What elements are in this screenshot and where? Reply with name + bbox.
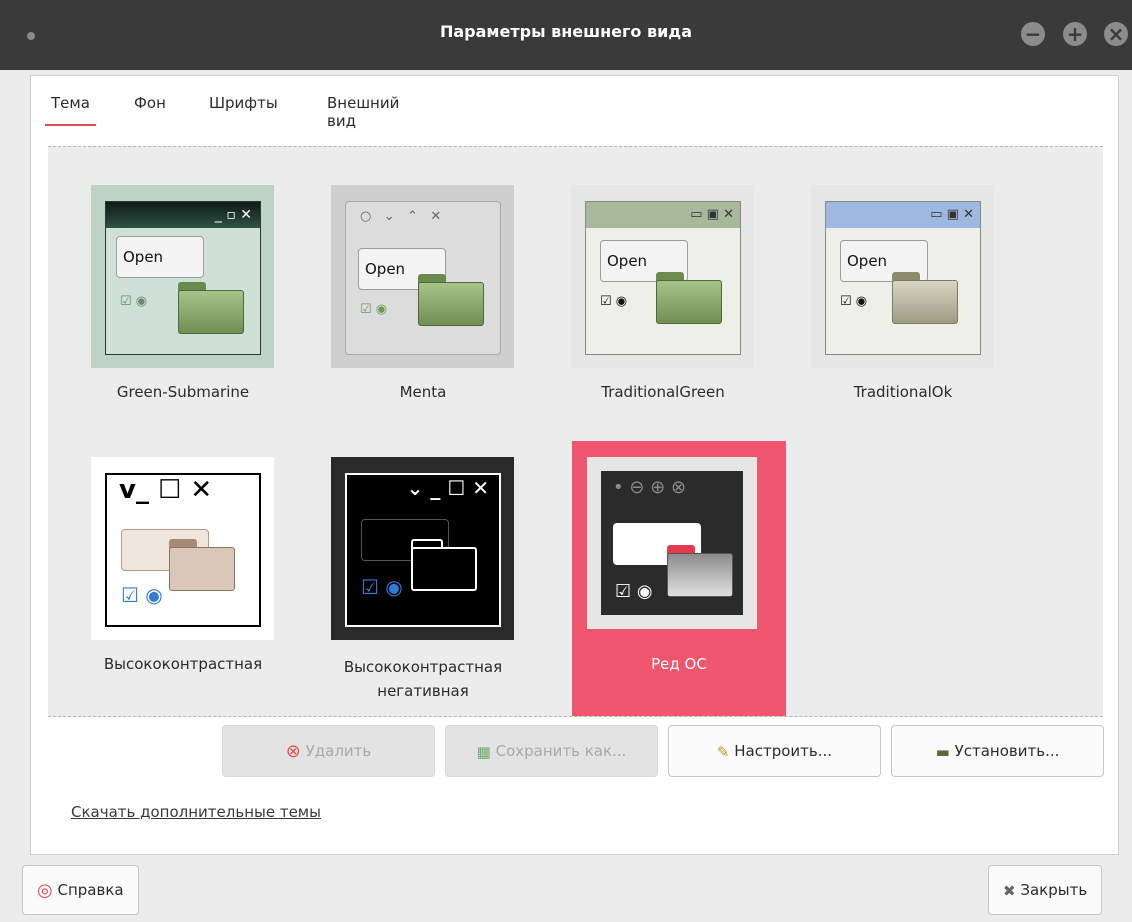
- theme-label-traditional-green: TraditionalGreen: [601, 383, 725, 401]
- theme-thumb-green-submarine[interactable]: _ ▫ ✕ Open ☑ ◉: [91, 185, 274, 368]
- close-window-icon[interactable]: ×: [1104, 22, 1128, 46]
- tab-fonts[interactable]: Шрифты: [209, 94, 278, 112]
- theme-label-green-submarine: Green-Submarine: [116, 383, 250, 401]
- title-bar: Параметры внешнего вида − + ×: [0, 0, 1132, 70]
- tab-background[interactable]: Фон: [134, 94, 166, 112]
- help-lifebuoy-icon: ◎: [37, 879, 53, 901]
- help-button[interactable]: ◎ Справка: [22, 865, 139, 915]
- install-button[interactable]: ▬ Установить...: [891, 725, 1104, 777]
- folder-icon: ▬: [935, 742, 950, 761]
- save-as-button[interactable]: ▦ Сохранить как...: [445, 725, 658, 777]
- minimize-icon[interactable]: −: [1021, 22, 1045, 46]
- theme-thumb-traditional-green[interactable]: ▭ ▣ ✕ Open ☑ ◉: [571, 185, 754, 368]
- theme-gallery[interactable]: _ ▫ ✕ Open ☑ ◉ ○ ⌄ ⌃ ✕ Open ☑ ◉ ▭ ▣ ✕ Op…: [48, 146, 1103, 717]
- theme-label-traditional-ok: TraditionalOk: [853, 383, 953, 401]
- tab-theme[interactable]: Тема: [45, 94, 96, 126]
- theme-thumb-menta[interactable]: ○ ⌄ ⌃ ✕ Open ☑ ◉: [331, 185, 514, 368]
- theme-thumb-traditional-ok[interactable]: ▭ ▣ ✕ Open ☑ ◉: [811, 185, 994, 368]
- more-themes-link[interactable]: Скачать дополнительные темы: [71, 803, 321, 821]
- delete-icon: ⊗: [285, 740, 301, 762]
- close-button[interactable]: ✖ Закрыть: [988, 865, 1103, 915]
- close-icon: ✖: [1003, 881, 1016, 900]
- maximize-icon[interactable]: +: [1063, 22, 1087, 46]
- save-icon: ▦: [476, 742, 491, 761]
- theme-label-red-os: Ред ОС: [651, 655, 707, 673]
- theme-thumb-red-os[interactable]: • ⊖ ⊕ ⊗ ☑ ◉: [587, 457, 757, 629]
- theme-label-menta: Menta: [399, 383, 447, 401]
- tab-appearance[interactable]: Внешний вид: [327, 94, 399, 130]
- theme-label-high-contrast: Высококонтрастная: [103, 655, 263, 673]
- theme-thumb-high-contrast[interactable]: v_ ☐ ✕ ☑ ◉: [91, 457, 274, 640]
- delete-button[interactable]: ⊗ Удалить: [222, 725, 435, 777]
- theme-label-high-contrast-negative: Высококонтрастная негативная: [343, 658, 503, 700]
- theme-thumb-high-contrast-negative[interactable]: ⌄ _ ☐ ✕ ☑ ◉: [331, 457, 514, 640]
- customize-button[interactable]: ✎ Настроить...: [668, 725, 881, 777]
- main-panel: Тема Фон Шрифты Внешний вид _ ▫ ✕ Open ☑…: [30, 75, 1119, 855]
- edit-icon: ✎: [716, 742, 730, 761]
- window-title: Параметры внешнего вида: [439, 22, 693, 41]
